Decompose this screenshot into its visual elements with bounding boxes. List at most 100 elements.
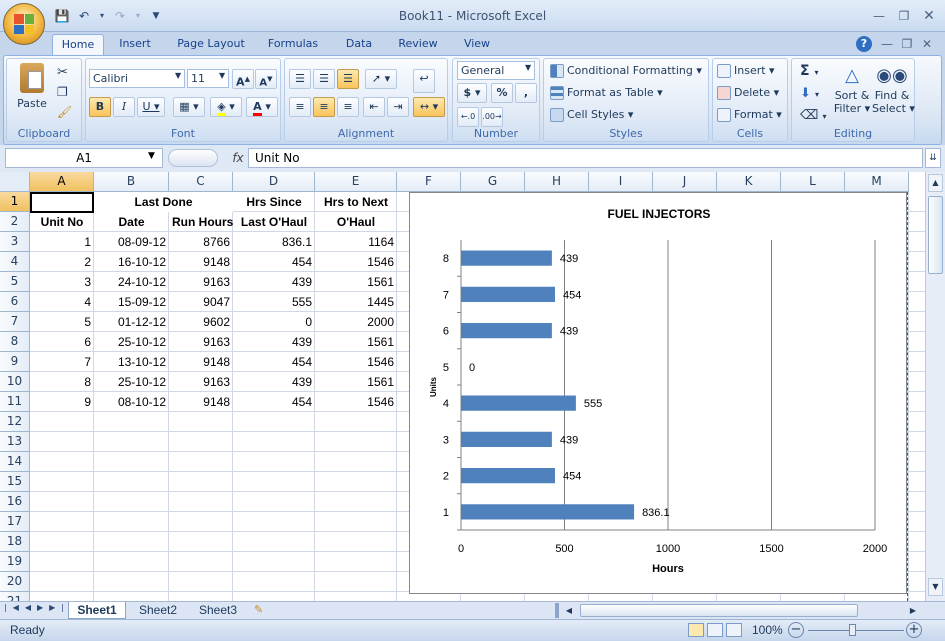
column-header-g[interactable]: G [461, 172, 525, 192]
zoom-out-icon[interactable]: − [788, 622, 804, 638]
sheet-tab-2[interactable]: Sheet2 [130, 602, 186, 619]
row-header-8[interactable]: 8 [0, 332, 30, 352]
underline-button[interactable]: U ▾ [137, 97, 165, 117]
fill-icon[interactable]: ⬇ ▾ [800, 86, 819, 101]
align-bottom-icon[interactable]: ☰ [337, 69, 359, 89]
ribbon-minimize-icon[interactable]: — [876, 36, 898, 52]
insert-cells-button[interactable]: Insert ▾ [717, 64, 775, 78]
find-select-button[interactable]: ◉◉ Find & Select ▾ [872, 63, 915, 115]
table-cell[interactable]: 2000 [315, 312, 397, 332]
table-cell[interactable]: 7 [30, 352, 94, 372]
font-color-button[interactable]: A ▾ [246, 97, 278, 117]
table-cell[interactable]: 9148 [169, 352, 233, 372]
help-icon[interactable]: ? [856, 36, 872, 52]
table-cell[interactable]: 25-10-12 [94, 372, 169, 392]
table-cell[interactable]: 9 [30, 392, 94, 412]
vertical-scroll-thumb[interactable] [928, 196, 943, 274]
table-cell[interactable]: 1546 [315, 252, 397, 272]
row-header-6[interactable]: 6 [0, 292, 30, 312]
paste-button[interactable]: Paste [15, 63, 49, 117]
scroll-right-icon[interactable]: ▶ [906, 603, 920, 618]
table-cell[interactable]: 25-10-12 [94, 332, 169, 352]
currency-button[interactable]: $ ▾ [457, 83, 487, 103]
copy-icon[interactable]: ❐ [57, 85, 68, 99]
tab-formulas[interactable]: Formulas [262, 34, 324, 56]
row-header-14[interactable]: 14 [0, 452, 30, 472]
table-cell[interactable]: 1164 [315, 232, 397, 252]
decrease-indent-icon[interactable]: ⇤ [363, 97, 385, 117]
row-header-7[interactable]: 7 [0, 312, 30, 332]
header-last-ohaul[interactable]: Last O'Haul [233, 212, 315, 232]
table-cell[interactable]: 1561 [315, 272, 397, 292]
office-button[interactable] [3, 3, 45, 45]
page-break-view-icon[interactable] [726, 623, 742, 637]
table-cell[interactable]: 9148 [169, 392, 233, 412]
column-header-i[interactable]: I [589, 172, 653, 192]
table-cell[interactable]: 4 [30, 292, 94, 312]
zoom-slider-track[interactable] [808, 630, 904, 631]
scroll-up-icon[interactable]: ▲ [928, 174, 943, 192]
table-cell[interactable]: 13-10-12 [94, 352, 169, 372]
table-cell[interactable]: 439 [233, 332, 315, 352]
row-header-13[interactable]: 13 [0, 432, 30, 452]
row-header-20[interactable]: 20 [0, 572, 30, 592]
font-name-dropdown-icon[interactable]: ▼ [175, 71, 181, 80]
table-cell[interactable]: 5 [30, 312, 94, 332]
table-cell[interactable]: 3 [30, 272, 94, 292]
table-cell[interactable]: 1561 [315, 372, 397, 392]
worksheet-grid[interactable]: ABCDEFGHIJKLM 1 2 3 4 5 6 7 8 9 10 11 12 13 14 15 16 17 1… [0, 172, 925, 601]
row-header-10[interactable]: 10 [0, 372, 30, 392]
align-right-icon[interactable]: ≡ [337, 97, 359, 117]
insert-sheet-icon[interactable]: ✎ [254, 603, 272, 618]
expand-formula-bar-icon[interactable]: ⇊ [925, 148, 941, 168]
number-format-dropdown-icon[interactable]: ▼ [525, 63, 531, 72]
increase-decimal-icon[interactable]: ←.0 [457, 107, 479, 127]
row-header-12[interactable]: 12 [0, 412, 30, 432]
table-cell[interactable]: 555 [233, 292, 315, 312]
table-cell[interactable]: 8766 [169, 232, 233, 252]
row-header-1[interactable]: 1 [0, 192, 30, 212]
page-layout-view-icon[interactable] [707, 623, 723, 637]
column-header-a[interactable]: A [30, 172, 94, 192]
tab-review[interactable]: Review [392, 34, 444, 56]
format-cells-button[interactable]: Format ▾ [717, 108, 782, 122]
table-cell[interactable]: 24-10-12 [94, 272, 169, 292]
table-cell[interactable]: 15-09-12 [94, 292, 169, 312]
italic-button[interactable]: I [113, 97, 135, 117]
table-cell[interactable]: 9163 [169, 272, 233, 292]
font-size-dropdown-icon[interactable]: ▼ [219, 71, 225, 80]
minimize-icon[interactable]: — [868, 8, 890, 24]
column-header-m[interactable]: M [845, 172, 909, 192]
cut-icon[interactable]: ✂ [57, 65, 68, 80]
shrink-font-icon[interactable]: A▼ [255, 69, 277, 89]
header-hrs-since[interactable]: Hrs Since [233, 192, 315, 212]
table-cell[interactable]: 439 [233, 372, 315, 392]
scroll-left-icon[interactable]: ◀ [562, 603, 576, 618]
increase-indent-icon[interactable]: ⇥ [387, 97, 409, 117]
header-hrs-to-next[interactable]: Hrs to Next [315, 192, 397, 212]
tab-data[interactable]: Data [338, 34, 380, 56]
bold-button[interactable]: B [89, 97, 111, 117]
sort-filter-button[interactable]: △ Sort & Filter ▾ [832, 63, 872, 115]
column-header-e[interactable]: E [315, 172, 397, 192]
column-header-h[interactable]: H [525, 172, 589, 192]
formula-bar-splitter[interactable] [168, 149, 218, 167]
decrease-decimal-icon[interactable]: .00→ [481, 107, 503, 127]
row-header-3[interactable]: 3 [0, 232, 30, 252]
conditional-formatting-button[interactable]: Conditional Formatting ▾ [550, 64, 702, 78]
merge-center-icon[interactable]: ↔ ▾ [413, 97, 445, 117]
tab-split-handle[interactable] [555, 603, 559, 618]
row-header-11[interactable]: 11 [0, 392, 30, 412]
vertical-scrollbar[interactable]: ▲ ▼ [925, 172, 945, 601]
align-middle-icon[interactable]: ☰ [313, 69, 335, 89]
formula-input[interactable]: Unit No [248, 148, 923, 168]
percent-button[interactable]: % [491, 83, 513, 103]
table-cell[interactable]: 1546 [315, 392, 397, 412]
table-cell[interactable]: 439 [233, 272, 315, 292]
align-left-icon[interactable]: ≡ [289, 97, 311, 117]
wrap-text-icon[interactable]: ↩ [413, 69, 435, 93]
table-cell[interactable]: 8 [30, 372, 94, 392]
zoom-slider-thumb[interactable] [849, 624, 856, 636]
row-header-2[interactable]: 2 [0, 212, 30, 232]
ribbon-restore-icon[interactable]: ❐ [896, 36, 918, 52]
